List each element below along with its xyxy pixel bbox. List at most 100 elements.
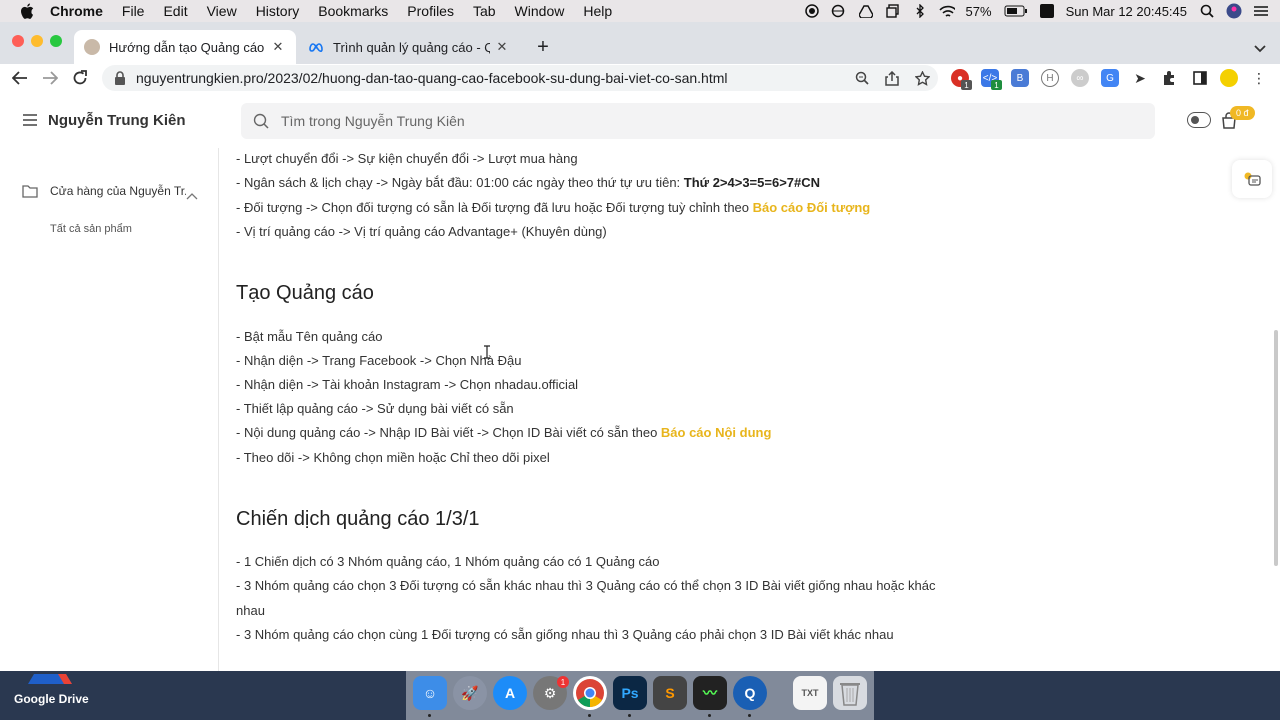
menu-bookmarks[interactable]: Bookmarks — [318, 3, 388, 19]
chevron-up-icon[interactable] — [186, 187, 198, 200]
new-tab-button[interactable]: + — [528, 30, 558, 64]
extension-b-icon[interactable]: B — [1011, 69, 1029, 87]
back-button[interactable] — [8, 66, 32, 90]
sublime-text-icon[interactable]: S — [653, 676, 687, 710]
article-line: - Nhận diện -> Tài khoản Instagram -> Ch… — [236, 377, 579, 392]
hamburger-menu-icon[interactable] — [22, 113, 38, 127]
bookmark-star-icon[interactable] — [914, 70, 930, 86]
article-line: - Lượt chuyển đổi -> Sự kiện chuyển đổi … — [236, 151, 578, 166]
reload-button[interactable] — [68, 66, 92, 90]
menu-tab[interactable]: Tab — [473, 3, 496, 19]
control-center-icon[interactable] — [1253, 4, 1269, 18]
apple-icon[interactable] — [18, 2, 36, 20]
menu-edit[interactable]: Edit — [163, 3, 187, 19]
spotlight-icon[interactable] — [1199, 4, 1215, 18]
url-text[interactable]: nguyentrungkien.pro/2023/02/huong-dan-ta… — [136, 70, 728, 86]
copy-icon[interactable] — [885, 4, 901, 18]
theme-toggle[interactable] — [1187, 112, 1211, 128]
content-report-link[interactable]: Báo cáo Nội dung — [661, 425, 772, 440]
chrome-menu-icon[interactable]: ⋮ — [1250, 69, 1268, 87]
text-file-icon[interactable]: TXT — [793, 676, 827, 710]
extension-link-icon[interactable]: ∞ — [1071, 69, 1089, 87]
menubar-clock[interactable]: Sun Mar 12 20:45:45 — [1066, 4, 1187, 19]
zoom-icon[interactable] — [854, 70, 870, 86]
bluetooth-icon[interactable] — [912, 4, 928, 18]
chrome-icon[interactable] — [573, 676, 607, 710]
page-scrollbar[interactable] — [1274, 330, 1278, 566]
window-close-button[interactable] — [12, 35, 24, 47]
tab-search-chevron-icon[interactable] — [1248, 32, 1272, 66]
tab-ads-manager[interactable]: Trình quản lý quảng cáo - Quảng cáo ✕ — [298, 30, 520, 64]
forward-button[interactable] — [38, 66, 62, 90]
menu-profiles[interactable]: Profiles — [407, 3, 454, 19]
folder-icon — [22, 184, 38, 198]
google-drive-desktop-icon[interactable] — [28, 671, 72, 684]
tab-title: Hướng dẫn tạo Quảng cáo Facebook sử dụng… — [109, 39, 266, 55]
bold-text: Thứ 2>4>3=5=6>7#CN — [683, 175, 821, 190]
line-text: - Ngân sách & lịch chạy -> Ngày bắt đầu:… — [236, 175, 684, 190]
menu-window[interactable]: Window — [515, 3, 565, 19]
macos-menubar: Chrome File Edit View History Bookmarks … — [0, 0, 1280, 22]
activity-monitor-icon[interactable]: 〰 — [693, 676, 727, 710]
search-input[interactable] — [281, 113, 1081, 129]
menu-app-name[interactable]: Chrome — [50, 3, 103, 19]
trash-icon[interactable] — [833, 676, 867, 710]
cart-badge: 0 đ — [1230, 106, 1255, 120]
window-minimize-button[interactable] — [31, 35, 43, 47]
input-source-icon[interactable] — [1039, 4, 1055, 18]
sidebar-item-label: Cửa hàng của Nguyễn Tr... — [50, 184, 186, 198]
side-panel-icon[interactable] — [1191, 69, 1209, 87]
app-store-icon[interactable]: A — [493, 676, 527, 710]
notification-badge: 1 — [557, 676, 569, 688]
sidebar-item-store[interactable]: Cửa hàng của Nguyễn Tr... — [22, 182, 198, 200]
quicktime-icon[interactable]: Q — [733, 676, 767, 710]
menu-history[interactable]: History — [256, 3, 300, 19]
article-line: - Bật mẫu Tên quảng cáo — [236, 329, 383, 344]
close-icon[interactable]: ✕ — [270, 39, 286, 55]
site-search-box[interactable] — [241, 103, 1155, 139]
wifi-icon[interactable] — [938, 4, 955, 18]
finder-icon[interactable]: ☺ — [413, 676, 447, 710]
article-line: - Theo dõi -> Không chọn miền hoặc Chỉ t… — [236, 450, 550, 465]
audience-report-link[interactable]: Báo cáo Đối tượng — [753, 200, 871, 215]
line-text: - Nội dung quảng cáo -> Nhập ID Bài viết… — [236, 425, 661, 440]
photoshop-icon[interactable]: Ps — [613, 676, 647, 710]
menu-help[interactable]: Help — [583, 3, 612, 19]
floating-chat-button[interactable] — [1232, 160, 1272, 198]
site-header: Nguyễn Trung Kiên 0 đ — [0, 94, 1280, 148]
extensions-puzzle-icon[interactable] — [1161, 69, 1179, 87]
tab-article[interactable]: Hướng dẫn tạo Quảng cáo Facebook sử dụng… — [74, 30, 296, 64]
tab-title: Trình quản lý quảng cáo - Quảng cáo — [333, 39, 490, 55]
site-title[interactable]: Nguyễn Trung Kiên — [48, 112, 186, 129]
dock-running-indicator — [748, 714, 751, 717]
section-heading: Chiến dịch quảng cáo 1/3/1 — [236, 508, 480, 530]
menu-file[interactable]: File — [122, 3, 145, 19]
launchpad-icon[interactable]: 🚀 — [453, 676, 487, 710]
user-avatar-icon[interactable] — [1226, 3, 1242, 19]
battery-icon[interactable] — [1004, 4, 1028, 18]
address-bar[interactable]: nguyentrungkien.pro/2023/02/huong-dan-ta… — [102, 65, 938, 91]
desktop-icon-label[interactable]: Google Drive — [14, 692, 89, 706]
article-line: - Đối tượng -> Chọn đối tượng có sẵn là … — [236, 200, 870, 215]
close-icon[interactable]: ✕ — [494, 39, 510, 55]
share-icon[interactable] — [884, 70, 900, 86]
window-zoom-button[interactable] — [50, 35, 62, 47]
profile-avatar[interactable] — [1220, 69, 1238, 87]
battery-percent: 57% — [965, 3, 992, 19]
article-line: - Ngân sách & lịch chạy -> Ngày bắt đầu:… — [236, 175, 820, 190]
article-line: - 3 Nhóm quảng cáo chọn cùng 1 Đối tượng… — [236, 627, 894, 642]
search-icon — [253, 113, 269, 129]
record-icon[interactable] — [804, 4, 820, 18]
lock-icon[interactable] — [114, 71, 126, 85]
article-line: - Vị trí quảng cáo -> Vị trí quảng cáo A… — [236, 224, 607, 239]
article-line: - 3 Nhóm quảng cáo chọn 3 Đối tượng có s… — [236, 578, 936, 593]
drive-icon[interactable] — [858, 4, 874, 18]
menu-view[interactable]: View — [207, 3, 237, 19]
vpn-icon[interactable] — [831, 4, 847, 18]
article-line: - Thiết lập quảng cáo -> Sử dụng bài viế… — [236, 401, 514, 416]
extension-translate-icon[interactable]: G — [1101, 69, 1119, 87]
sidebar-item-all-products[interactable]: Tất cả sản phẩm — [50, 223, 132, 235]
extension-pointer-icon[interactable]: ➤ — [1131, 69, 1149, 87]
article-line: - 1 Chiến dịch có 3 Nhóm quảng cáo, 1 Nh… — [236, 554, 660, 569]
extension-h-icon[interactable]: H — [1041, 69, 1059, 87]
